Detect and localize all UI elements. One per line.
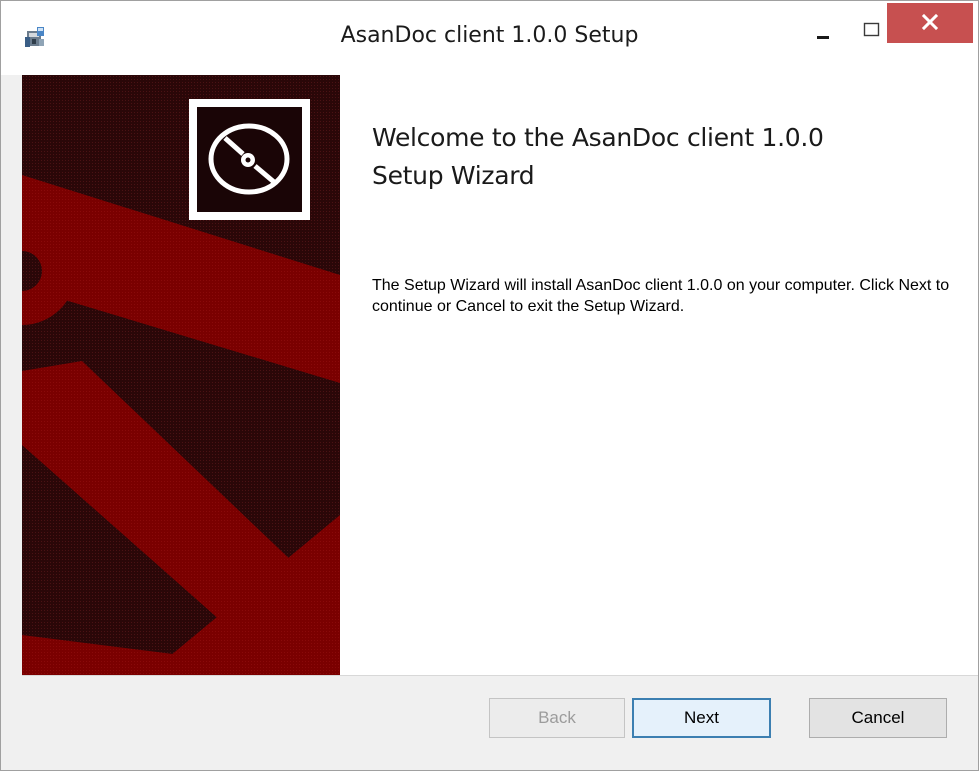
title-bar[interactable]: AsanDoc client 1.0.0 Setup bbox=[1, 1, 978, 75]
minimize-icon bbox=[817, 36, 829, 39]
wizard-banner bbox=[22, 75, 340, 675]
wizard-content: Welcome to the AsanDoc client 1.0.0 Setu… bbox=[22, 75, 978, 675]
anchor-graphic bbox=[22, 75, 340, 675]
back-button[interactable]: Back bbox=[489, 698, 625, 738]
cancel-button[interactable]: Cancel bbox=[809, 698, 947, 738]
footer-divider bbox=[22, 675, 978, 676]
close-icon bbox=[921, 13, 939, 31]
minimize-button[interactable] bbox=[799, 1, 845, 41]
close-button[interactable] bbox=[887, 3, 973, 43]
welcome-heading: Welcome to the AsanDoc client 1.0.0 Setu… bbox=[372, 119, 952, 195]
setup-window: AsanDoc client 1.0.0 Setup Welcome to th… bbox=[0, 0, 979, 771]
maximize-icon bbox=[863, 22, 880, 37]
description-text: The Setup Wizard will install AsanDoc cl… bbox=[372, 277, 950, 315]
heading-line-1: Welcome to the AsanDoc client 1.0.0 bbox=[372, 123, 824, 152]
heading-line-2: Setup Wizard bbox=[372, 161, 535, 190]
next-button[interactable]: Next bbox=[632, 698, 771, 738]
